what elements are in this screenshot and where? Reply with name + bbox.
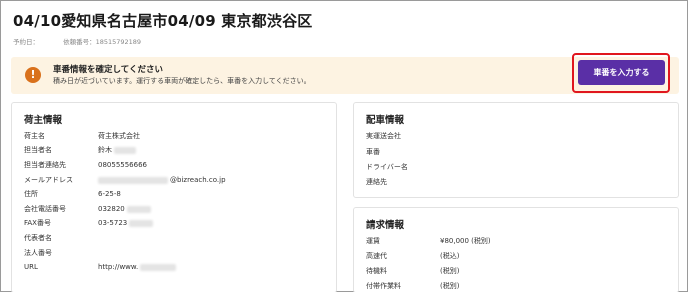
window-frame: 04/10愛知県名古屋市04/09 東京都渋谷区 予約日： 依頼番号：18515…: [0, 0, 688, 292]
shipper-card: 荷主情報 荷主名 荷主株式会社 担当者名 鈴木 担当者連絡先 08055556666 …: [11, 102, 337, 292]
meta-info: 予約日： 依頼番号：18515792189: [13, 36, 163, 46]
reservation-date-label: 予約日：: [13, 38, 39, 46]
billing-row-fare: 運賃 ¥80,000 (税別): [366, 237, 491, 245]
billing-card-title: 請求情報: [366, 220, 405, 231]
dispatch-card: 配車情報 実運送会社 車番 ドライバー名 連絡先: [353, 102, 679, 198]
page-title: 04/10愛知県名古屋市04/09 東京都渋谷区: [13, 12, 313, 30]
request-number: 依頼番号：18515792189: [63, 38, 142, 46]
dispatch-row-driver-name: ドライバー名: [366, 163, 408, 171]
billing-card: 請求情報 運賃 ¥80,000 (税別) 高速代 (税込) 待機料 (税別) 付帯作業…: [353, 207, 679, 292]
shipper-row-email: メールアドレス @bizreach.co.jp: [24, 176, 226, 184]
shipper-row-address: 住所 6-25-8: [24, 190, 121, 198]
shipper-row-name: 荷主名 荷主株式会社: [24, 132, 140, 140]
shipper-card-title: 荷主情報: [24, 115, 63, 126]
dispatch-row-carrier: 実運送会社: [366, 132, 401, 140]
dispatch-card-title: 配車情報: [366, 115, 405, 126]
enter-vehicle-number-button[interactable]: 車番を入力する: [578, 60, 665, 85]
billing-row-highway: 高速代 (税込): [366, 252, 460, 260]
billing-row-waiting: 待機料 (税別): [366, 267, 460, 275]
shipper-row-url: URL http://www.: [24, 263, 177, 271]
alert-title: 車番情報を確定してください: [53, 65, 163, 75]
shipper-row-representative: 代表者名: [24, 234, 52, 242]
redaction: [129, 219, 154, 227]
redaction: [114, 146, 136, 154]
shipper-row-contact-name: 担当者名 鈴木: [24, 145, 136, 155]
shipper-row-fax: FAX番号 03-5723: [24, 218, 154, 228]
dispatch-row-contact: 連絡先: [366, 178, 387, 186]
redaction: [98, 176, 168, 184]
shipper-row-company-phone: 会社電話番号 032820: [24, 204, 151, 214]
redaction: [126, 205, 151, 213]
dispatch-row-vehicle-number: 車番: [366, 148, 380, 156]
shipper-row-contact-phone: 担当者連絡先 08055556666: [24, 161, 147, 169]
shipper-row-corporate-number: 法人番号: [24, 249, 52, 257]
alert-description: 積み日が近づいています。運行する車両が確定したら、車番を入力してください。: [53, 77, 311, 85]
exclamation-icon: !: [25, 67, 41, 83]
billing-row-ancillary: 付帯作業料 (税別): [366, 282, 460, 290]
redaction: [140, 263, 177, 271]
